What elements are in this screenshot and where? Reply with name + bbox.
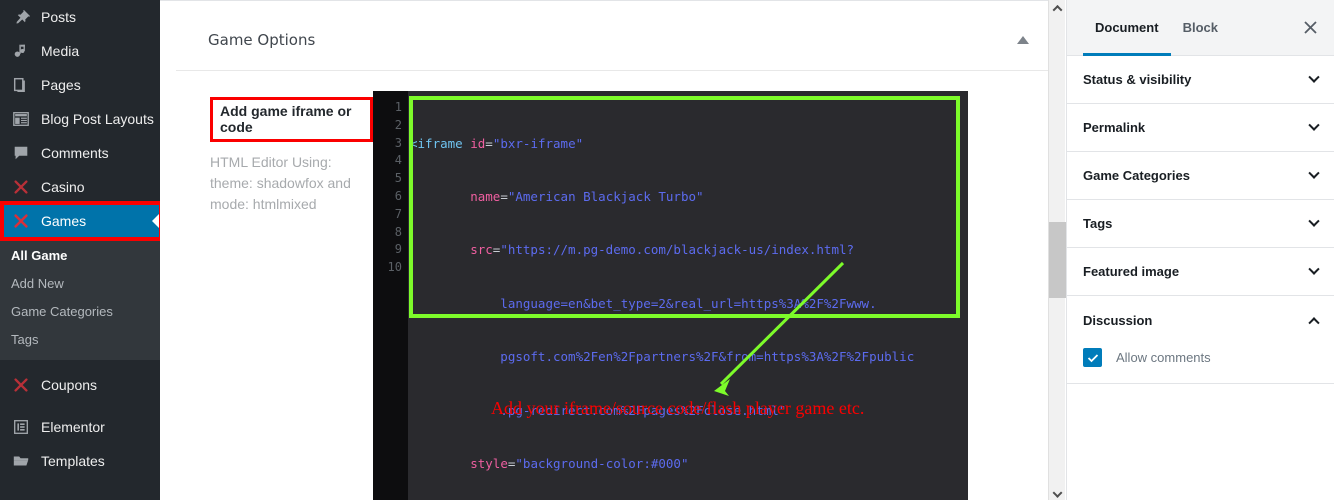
main-content: Game Options Add game iframe or code HTM… — [160, 0, 1065, 500]
sidebar-item-label: Posts — [41, 9, 77, 25]
chevron-down-icon — [1308, 167, 1320, 179]
scroll-up-arrow-icon[interactable] — [1049, 0, 1066, 17]
annotation-text: Add your iframe/source code/flash player… — [491, 398, 865, 418]
section-permalink[interactable]: Permalink — [1067, 104, 1334, 152]
chevron-down-icon — [1308, 215, 1320, 227]
x-icon — [11, 211, 31, 231]
sidebar-item-label: Games — [41, 213, 87, 229]
sidebar-item-blog-post-layouts[interactable]: Blog Post Layouts — [0, 102, 160, 136]
section-label: Status & visibility — [1083, 72, 1192, 87]
chevron-up-icon — [1308, 317, 1320, 329]
sidebar-item-casino[interactable]: Casino — [0, 170, 160, 204]
sidebar-item-templates[interactable]: Templates — [0, 444, 160, 478]
pushpin-icon — [11, 7, 31, 27]
x-icon — [11, 177, 31, 197]
allow-comments-label: Allow comments — [1116, 350, 1211, 365]
scroll-down-arrow-icon[interactable] — [1049, 483, 1066, 500]
sidebar-item-games[interactable]: Games — [0, 204, 160, 238]
sidebar-item-media[interactable]: Media — [0, 34, 160, 68]
tab-block[interactable]: Block — [1171, 0, 1230, 56]
tab-document[interactable]: Document — [1083, 0, 1171, 56]
field-description: HTML Editor Using: theme: shadowfox and … — [210, 154, 351, 212]
sidebar-item-elementor[interactable]: Elementor — [0, 410, 160, 444]
sidebar-item-pages[interactable]: Pages — [0, 68, 160, 102]
games-submenu: All Game Add New Game Categories Tags — [0, 238, 160, 360]
submenu-item-add-new[interactable]: Add New — [0, 270, 160, 298]
media-icon — [11, 41, 31, 61]
chevron-down-icon — [1308, 263, 1320, 275]
section-game-categories[interactable]: Game Categories — [1067, 152, 1334, 200]
pages-icon — [11, 75, 31, 95]
chevron-down-icon — [1308, 71, 1320, 83]
field-label-column: Add game iframe or code HTML Editor Usin… — [160, 91, 373, 500]
annotation-arrow-icon — [714, 261, 845, 396]
section-label: Tags — [1083, 216, 1113, 231]
submenu-item-game-categories[interactable]: Game Categories — [0, 298, 160, 326]
chevron-down-icon — [1308, 119, 1320, 131]
section-label: Game Categories — [1083, 168, 1190, 183]
x-icon — [11, 375, 31, 395]
sidebar-item-comments[interactable]: Comments — [0, 136, 160, 170]
current-menu-arrow — [152, 213, 160, 229]
code-editor[interactable]: 1 2 3 4 5 6 7 8 9 10 <iframe id="bxr-ifr… — [373, 91, 968, 500]
game-options-body: Add game iframe or code HTML Editor Usin… — [160, 71, 1065, 500]
comment-icon — [11, 143, 31, 163]
sidebar-item-label: Comments — [41, 145, 109, 161]
submenu-item-tags[interactable]: Tags — [0, 326, 160, 354]
sidebar-item-label: Coupons — [41, 377, 98, 393]
section-status-visibility[interactable]: Status & visibility — [1067, 56, 1334, 104]
page-title: Game Options — [208, 30, 316, 49]
sidebar-item-label: Templates — [41, 453, 105, 469]
menu-separator — [0, 360, 160, 368]
layout-icon — [11, 109, 31, 129]
document-settings-panel: Document Block Status & visibility Perma… — [1066, 0, 1334, 500]
sidebar-item-label: Pages — [41, 77, 81, 93]
section-label: Featured image — [1083, 264, 1180, 279]
submenu-item-all-game[interactable]: All Game — [0, 242, 160, 270]
sidebar-item-coupons[interactable]: Coupons — [0, 368, 160, 402]
wordpress-admin-screen: Posts Media Pages Blog Post Layouts Comm — [0, 0, 1334, 500]
content-scrollbar[interactable] — [1048, 0, 1066, 500]
collapse-triangle-icon[interactable] — [1017, 35, 1029, 44]
section-label: Permalink — [1083, 120, 1146, 135]
document-panel-tabs: Document Block — [1067, 0, 1334, 56]
elementor-icon — [11, 417, 31, 437]
allow-comments-checkbox[interactable] — [1083, 348, 1102, 367]
game-options-panel-header: Game Options — [176, 9, 1049, 71]
section-featured-image[interactable]: Featured image — [1067, 248, 1334, 296]
admin-sidebar: Posts Media Pages Blog Post Layouts Comm — [0, 0, 163, 500]
field-label-annotated: Add game iframe or code — [210, 97, 373, 142]
scrollbar-thumb[interactable] — [1049, 222, 1066, 298]
menu-separator — [0, 402, 160, 410]
section-label: Discussion — [1083, 312, 1153, 328]
sidebar-item-label: Elementor — [41, 419, 105, 435]
section-discussion[interactable]: Discussion — [1067, 296, 1334, 344]
sidebar-item-label: Media — [41, 43, 80, 59]
folder-icon — [11, 451, 31, 471]
section-tags[interactable]: Tags — [1067, 200, 1334, 248]
discussion-section-content: Allow comments — [1067, 344, 1334, 384]
sidebar-item-label: Casino — [41, 179, 85, 195]
close-icon[interactable] — [1298, 16, 1322, 40]
sidebar-item-posts[interactable]: Posts — [0, 0, 160, 34]
sidebar-item-label: Blog Post Layouts — [41, 111, 154, 127]
